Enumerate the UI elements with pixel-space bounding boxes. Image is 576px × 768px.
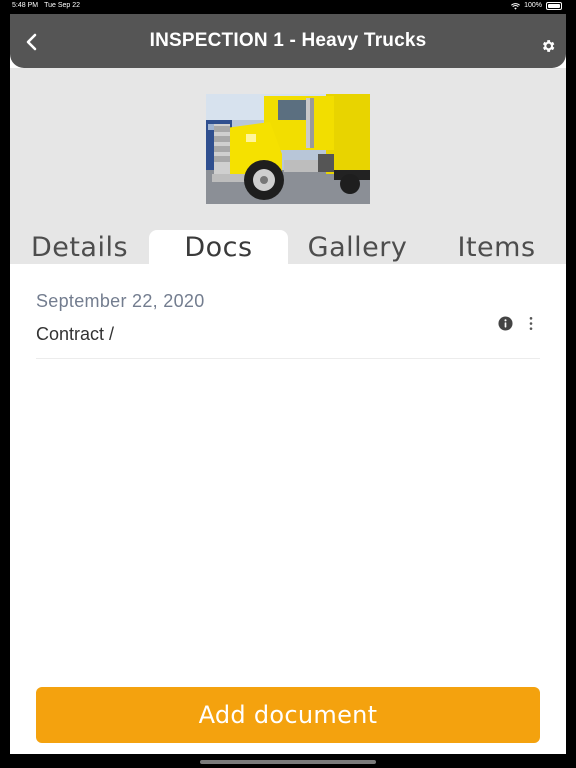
app-window: INSPECTION 1 - Heavy Trucks Details Docs… — [10, 14, 566, 754]
battery-icon — [546, 2, 562, 10]
hero-area: Details Docs Gallery Items — [10, 68, 566, 264]
back-button[interactable] — [20, 30, 44, 54]
home-indicator — [200, 760, 376, 764]
add-document-button[interactable]: Add document — [36, 687, 540, 743]
more-vertical-icon[interactable] — [526, 316, 536, 331]
wifi-icon — [511, 2, 521, 10]
tab-gallery[interactable]: Gallery — [288, 230, 427, 264]
tab-docs[interactable]: Docs — [149, 230, 288, 264]
document-date: September 22, 2020 — [36, 291, 205, 311]
tab-items[interactable]: Items — [427, 230, 566, 264]
status-bar: 5:48 PM Tue Sep 22 100% — [0, 0, 576, 12]
tab-bar: Details Docs Gallery Items — [10, 230, 566, 264]
battery-percentage: 100% — [524, 2, 542, 9]
tab-details[interactable]: Details — [10, 230, 149, 264]
status-date: Tue Sep 22 — [44, 2, 81, 9]
status-time: 5:48 PM — [12, 2, 39, 9]
settings-button[interactable] — [538, 36, 558, 56]
chevron-left-icon — [26, 33, 37, 51]
list-item[interactable]: September 22, 2020 Contract / — [36, 264, 540, 359]
documents-list: September 22, 2020 Contract / — [10, 264, 566, 754]
header-bar: INSPECTION 1 - Heavy Trucks — [10, 14, 566, 68]
gear-icon — [543, 40, 555, 52]
page-title: INSPECTION 1 - Heavy Trucks — [149, 30, 427, 51]
document-name: Contract / — [36, 324, 115, 344]
info-icon[interactable] — [498, 316, 513, 331]
truck-photo — [206, 94, 370, 204]
truck-image — [206, 94, 370, 204]
